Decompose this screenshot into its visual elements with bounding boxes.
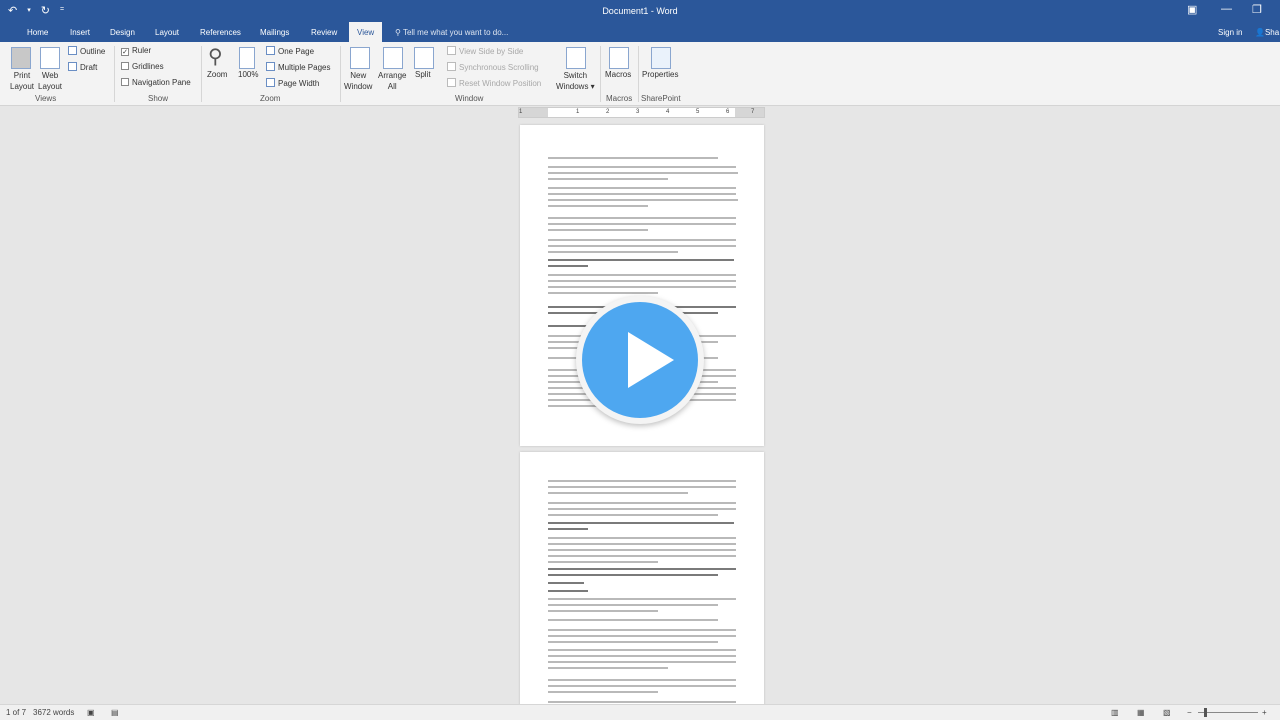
group-separator [638,46,639,102]
gridlines-checkbox[interactable]: Gridlines [121,62,164,71]
minimize-icon[interactable]: — [1221,3,1232,15]
tab-view[interactable]: View [349,22,383,42]
proofing-icon[interactable]: ▣ [87,708,95,717]
tab-references[interactable]: References [200,28,241,37]
read-mode-icon[interactable]: ▥ [1111,708,1119,717]
zoom-slider-thumb[interactable] [1204,708,1207,717]
group-separator [340,46,341,102]
group-separator [600,46,601,102]
tab-layout[interactable]: Layout [155,28,179,37]
print-layout-button[interactable]: Print Layout [10,70,34,92]
lightbulb-icon: ⚲ [395,28,403,37]
hundred-percent-button[interactable]: 100% [238,70,258,79]
group-separator [201,46,202,102]
share-button[interactable]: 👤Sha [1255,28,1279,37]
switch-windows-button[interactable]: Switch Windows ▾ [556,70,595,92]
view-side-by-side-button[interactable]: View Side by Side [447,46,523,56]
arrange-all-icon [383,47,403,69]
page-width-button[interactable]: Page Width [266,78,319,88]
multiple-pages-button[interactable]: Multiple Pages [266,62,330,72]
ruler-margin-right [735,108,764,117]
navigation-pane-checkbox[interactable]: Navigation Pane [121,78,191,87]
split-icon [414,47,434,69]
multiple-pages-icon [266,62,275,71]
magnifier-icon: ⚲ [208,46,223,68]
macro-recording-icon[interactable]: ▤ [111,708,119,717]
print-layout-view-icon[interactable]: ▦ [1137,708,1145,717]
properties-icon [651,47,671,69]
status-bar: 1 of 7 3672 words ▣ ▤ ▥ ▦ ▧ − + [0,704,1280,720]
tab-insert[interactable]: Insert [70,28,90,37]
group-label-zoom: Zoom [260,94,281,103]
web-layout-icon [40,47,60,69]
zoom-out-icon[interactable]: − [1187,708,1192,717]
ruler-tick: 2 [606,109,610,115]
person-icon: 👤 [1255,28,1265,37]
split-button[interactable]: Split [415,70,431,79]
reset-position-icon [447,78,456,87]
side-by-side-icon [447,46,456,55]
tell-me-search[interactable]: ⚲ Tell me what you want to do... [395,28,508,37]
macros-icon [609,47,629,69]
macros-button[interactable]: Macros [605,70,631,79]
group-label-views: Views [35,94,57,103]
new-window-icon [350,47,370,69]
print-layout-icon [11,47,31,69]
window-title: Document1 - Word [602,6,678,16]
document-page[interactable] [520,452,764,706]
web-layout-view-icon[interactable]: ▧ [1163,708,1171,717]
ruler-tick: 4 [666,109,670,115]
group-separator [114,46,115,102]
horizontal-ruler[interactable]: 1 1 2 3 4 5 6 7 [518,107,765,118]
ruler-tick: 6 [726,109,730,115]
draft-icon [68,62,77,71]
switch-windows-icon [566,47,586,69]
ruler-tick: 3 [636,109,640,115]
page-width-icon [266,78,275,87]
checkmark-icon: ✓ [121,48,129,56]
ruler-checkbox[interactable]: ✓ Ruler [121,46,151,56]
zoom-button[interactable]: Zoom [207,70,227,79]
ruler-tick: 7 [751,109,755,115]
title-bar: ↶ ▾ ↻ = Document1 - Word ▣ — ❐ [0,0,1280,22]
group-label-window: Window [455,94,484,103]
tab-review[interactable]: Review [311,28,337,37]
draft-button[interactable]: Draft [68,62,97,72]
ruler-margin-left [519,108,548,117]
reset-window-position-button[interactable]: Reset Window Position [447,78,541,88]
zoom-slider[interactable] [1198,712,1258,713]
web-layout-button[interactable]: Web Layout [38,70,62,92]
play-icon [628,332,674,388]
ruler-tick: 1 [576,109,580,115]
synchronous-scrolling-button[interactable]: Synchronous Scrolling [447,62,539,72]
one-page-button[interactable]: One Page [266,46,314,56]
one-page-icon [266,46,275,55]
group-label-show: Show [148,94,169,103]
properties-button[interactable]: Properties [642,70,678,79]
ribbon-display-options-icon[interactable]: ▣ [1187,3,1197,16]
outline-icon [68,46,77,55]
word-count[interactable]: 3672 words [33,708,74,717]
restore-icon[interactable]: ❐ [1252,3,1262,16]
ruler-tick: 1 [519,109,523,115]
group-label-sharepoint: SharePoint [641,94,681,103]
sync-scroll-icon [447,62,456,71]
tab-home[interactable]: Home [27,28,48,37]
new-window-button[interactable]: New Window [344,70,372,92]
page-count[interactable]: 1 of 7 [6,708,26,717]
arrange-all-button[interactable]: Arrange All [378,70,406,92]
ruler-tick: 5 [696,109,700,115]
group-label-macros: Macros [606,94,633,103]
outline-button[interactable]: Outline [68,46,105,56]
tab-mailings[interactable]: Mailings [260,28,289,37]
hundred-percent-icon [239,47,255,69]
tab-design[interactable]: Design [110,28,135,37]
sign-in-link[interactable]: Sign in [1218,28,1242,37]
play-button[interactable] [576,296,704,424]
zoom-in-icon[interactable]: + [1262,708,1267,717]
ribbon-tabs: Home Insert Design Layout References Mai… [0,22,1280,42]
ribbon: Print Layout Web Layout Outline Draft Vi… [0,42,1280,106]
